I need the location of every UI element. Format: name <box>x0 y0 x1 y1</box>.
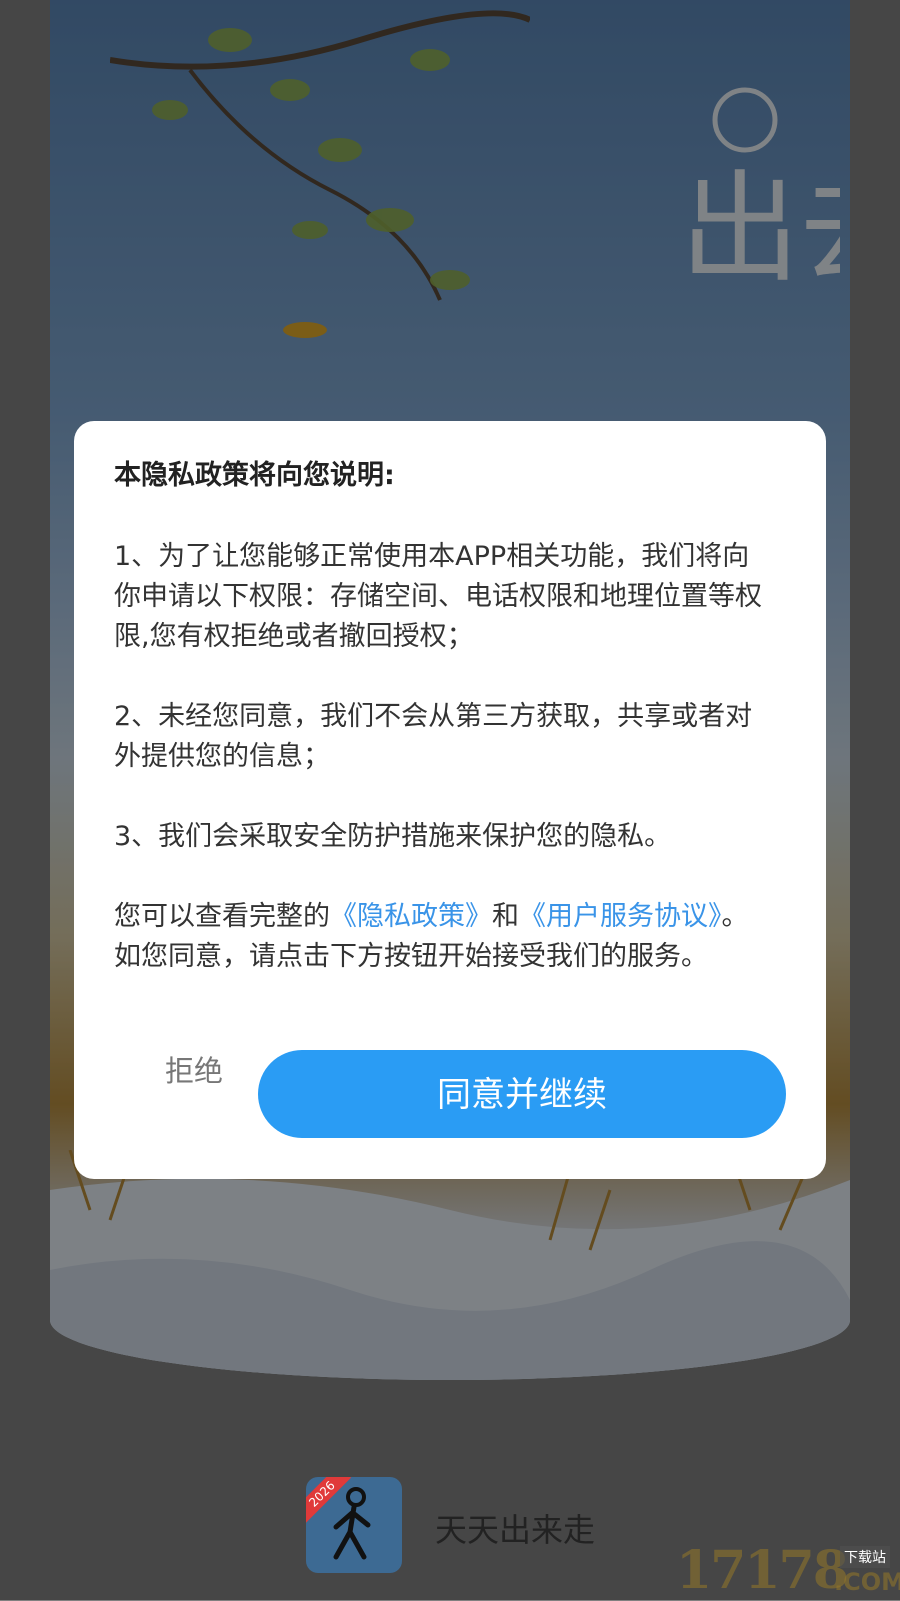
site-watermark-sub: 下载站 <box>840 1546 890 1568</box>
privacy-notice: 您可以查看完整的《隐私政策》和《用户服务协议》。如您同意，请点击下方按钮开始接受… <box>114 897 774 977</box>
agree-continue-button[interactable]: 同意并继续 <box>258 1050 786 1138</box>
app-name: 天天出来走 <box>435 1511 596 1549</box>
privacy-dialog: 本隐私政策将向您说明: 1、为了让您能够正常使用本APP相关功能，我们将向你申请… <box>74 421 826 1179</box>
privacy-policy-link[interactable]: 《隐私政策》 <box>330 901 492 932</box>
privacy-item-1: 1、为了让您能够正常使用本APP相关功能，我们将向你申请以下权限：存储空间、电话… <box>114 541 762 652</box>
privacy-item-2: 2、未经您同意，我们不会从第三方获取，共享或者对外提供您的信息； <box>114 701 753 772</box>
notice-and: 和 <box>492 901 519 932</box>
reject-button[interactable]: 拒绝 <box>134 1046 254 1096</box>
privacy-item-3: 3、我们会采取安全防护措施来保护您的隐私。 <box>114 821 672 852</box>
site-watermark: 17178 <box>676 1540 849 1601</box>
site-watermark-com: .COM <box>834 1568 900 1596</box>
notice-prefix: 您可以查看完整的 <box>114 901 330 932</box>
user-agreement-link[interactable]: 《用户服务协议》 <box>519 901 722 932</box>
app-logo: 2026 <box>306 1477 402 1573</box>
dialog-title: 本隐私政策将向您说明: <box>114 460 395 491</box>
